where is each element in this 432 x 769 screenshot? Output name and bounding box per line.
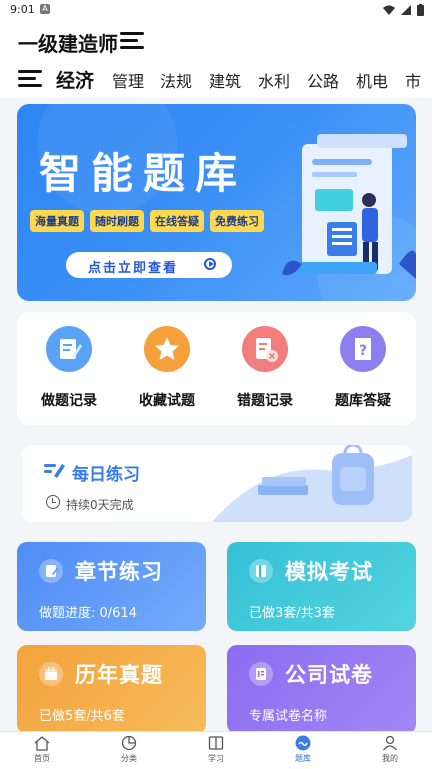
calendar-icon [39,662,63,686]
tab-architecture[interactable]: 建筑 [209,68,241,92]
nav-label: 题库 [295,754,311,763]
book-icon [208,735,224,751]
quick-action-records[interactable]: 做题记录 [24,326,114,410]
play-icon [204,258,216,270]
chapter-practice-card[interactable]: 章节练习 做题进度: 0/614 [17,542,206,631]
nav-label: 我的 [382,754,398,763]
chip-free-practice: 免费练习 [210,210,264,232]
chip-real-questions: 海量真题 [30,210,84,232]
mock-exam-card[interactable]: 模拟考试 已做3套/共3套 [227,542,416,631]
quiz-icon [295,735,311,751]
battery-icon [417,4,424,16]
banner-chips: 海量真题 随时刷题 在线答疑 免费练习 [30,210,264,232]
status-time: 9:01 [10,3,35,16]
signal-icon [401,5,411,15]
nav-category[interactable]: 分类 [99,735,159,764]
status-icons [383,4,424,16]
nav-label: 分类 [121,754,137,763]
app-bar: 一级建造师 [0,20,432,60]
nav-question-bank[interactable]: 题库 [273,735,333,764]
home-icon [34,735,50,751]
bottom-nav: 首页 分类 学习 题库 我的 [0,731,432,769]
banner-cta-button[interactable]: 点击立即查看 [66,252,232,278]
card-subtitle: 专属试卷名称 [249,709,328,724]
nav-home[interactable]: 首页 [12,735,72,764]
daily-practice-card[interactable]: 每日练习 持续0天完成 [22,445,412,522]
quick-action-label: 错题记录 [237,393,293,409]
company-papers-card[interactable]: 公司试卷 专属试卷名称 [227,645,416,734]
quick-action-label: 收藏试题 [139,393,195,409]
book-icon [249,559,273,583]
banner-title: 智能题库 [39,149,248,198]
app-title[interactable]: 一级建造师 [18,28,118,57]
card-title: 历年真题 [75,663,163,687]
nav-label: 首页 [34,754,50,763]
nav-mine[interactable]: 我的 [360,735,420,764]
tab-municipal[interactable]: 市 [405,68,421,92]
clock-icon [46,495,60,509]
quick-action-label: 做题记录 [41,393,97,409]
card-title: 章节练习 [75,560,163,584]
chip-anytime: 随时刷题 [90,210,144,232]
tab-management[interactable]: 管理 [112,68,144,92]
switch-exam-menu-icon[interactable] [120,32,146,50]
edit-icon [39,559,63,583]
wrong-doc-icon [242,326,288,372]
daily-practice-subtitle: 持续0天完成 [66,498,134,512]
edit-icon [46,326,92,372]
tab-economics[interactable]: 经济 [56,66,94,93]
question-doc-icon: ? [340,326,386,372]
card-subtitle: 做题进度: 0/614 [39,606,137,621]
pie-icon [121,735,137,751]
status-bar: 9:01 A [0,0,432,20]
card-title: 公司试卷 [285,663,373,687]
banner-cta-label: 点击立即查看 [88,261,179,276]
svg-text:?: ? [359,343,367,359]
star-icon [144,326,190,372]
past-papers-card[interactable]: 历年真题 已做5套/共6套 [17,645,206,734]
nav-study[interactable]: 学习 [186,735,246,764]
card-subtitle: 已做3套/共3套 [249,606,335,621]
card-title: 模拟考试 [285,560,373,584]
user-icon [382,735,398,751]
notification-icon: A [40,4,50,14]
daily-practice-icon [44,464,65,478]
tab-highway[interactable]: 公路 [307,68,339,92]
wifi-icon [383,5,395,15]
nav-label: 学习 [208,754,224,763]
quick-action-wrong-answers[interactable]: 错题记录 [220,326,310,410]
tab-mechanical[interactable]: 机电 [356,68,388,92]
quick-action-favorites[interactable]: 收藏试题 [122,326,212,410]
tab-water[interactable]: 水利 [258,68,290,92]
quick-action-label: 题库答疑 [335,393,391,409]
card-subtitle: 已做5套/共6套 [39,709,125,724]
doc-icon [249,662,273,686]
quick-actions: 做题记录 收藏试题 错题记录 ? 题库答疑 [17,312,416,425]
tab-regulations[interactable]: 法规 [160,68,192,92]
quick-action-qa[interactable]: ? 题库答疑 [318,326,408,410]
subject-tabs: 经济 管理 法规 建筑 水利 公路 机电 市 [0,60,432,98]
chip-online-qa: 在线答疑 [150,210,204,232]
category-menu-icon[interactable] [18,70,44,88]
daily-practice-title: 每日练习 [72,465,140,485]
